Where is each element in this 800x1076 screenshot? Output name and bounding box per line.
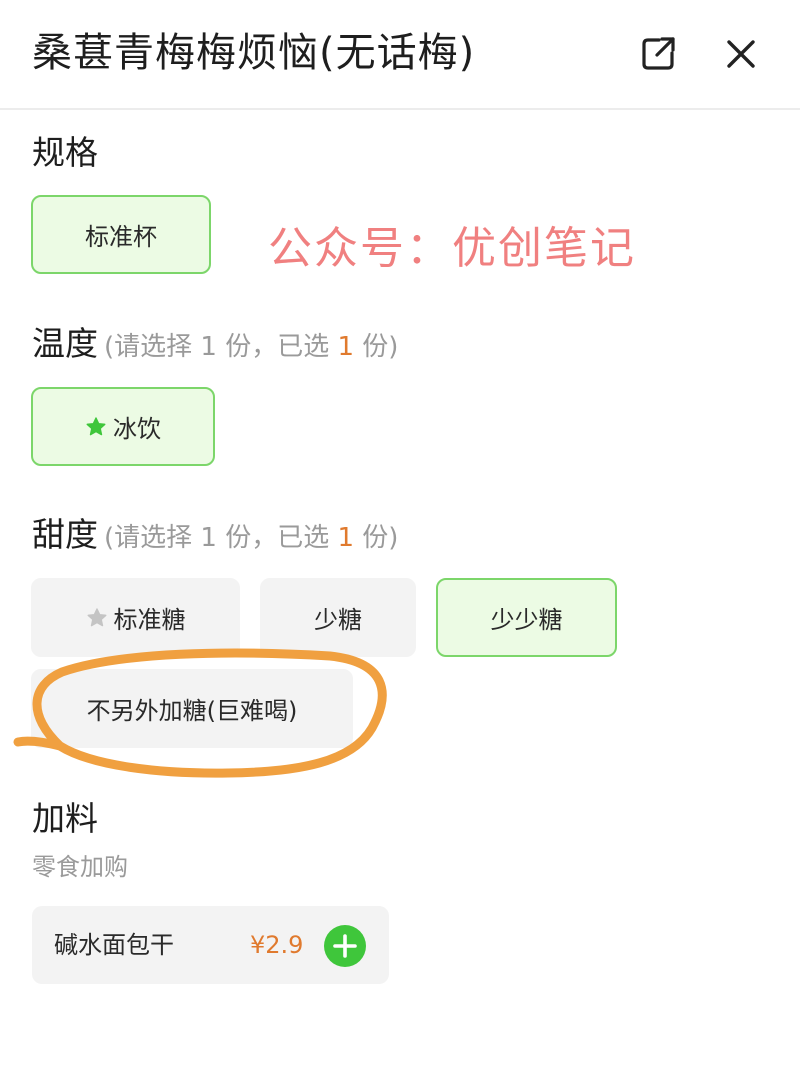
toppings-title-text: 加料 <box>32 799 98 838</box>
toppings-subtitle: 零食加购 <box>32 853 128 881</box>
star-icon <box>86 607 108 629</box>
temperature-option-label: 冰饮 <box>113 415 161 443</box>
topping-item-name: 碱水面包干 <box>54 931 174 959</box>
sweetness-option-label: 少少糖 <box>490 606 563 634</box>
sweetness-title: 甜度 (请选择 1 份，已选 1 份) <box>32 515 398 558</box>
plus-icon[interactable] <box>324 925 366 967</box>
sweetness-hint-count: 1 <box>337 523 355 553</box>
sweetness-hint-prefix: (请选择 1 份，已选 <box>104 523 338 553</box>
spec-option-label: 标准杯 <box>85 223 157 251</box>
header: 桑葚青梅梅烦恼(无话梅) <box>0 0 800 110</box>
watermark-text: 公众号：优创笔记 <box>268 223 636 274</box>
sweetness-option-label: 不另外加糖(巨难喝) <box>86 697 298 725</box>
sweetness-option-no-sugar[interactable]: 不另外加糖(巨难喝) <box>31 669 353 748</box>
star-icon <box>85 416 107 438</box>
share-external-icon[interactable] <box>638 34 678 74</box>
sweetness-title-text: 甜度 <box>32 515 98 554</box>
sweetness-option-label: 标准糖 <box>113 606 186 634</box>
toppings-title: 加料 <box>32 799 98 839</box>
spec-option-standard-cup[interactable]: 标准杯 <box>31 195 211 274</box>
temperature-hint-count: 1 <box>337 332 355 362</box>
page-title: 桑葚青梅梅烦恼(无话梅) <box>32 30 476 76</box>
temperature-hint: (请选择 1 份，已选 1 份) <box>104 332 398 362</box>
topping-item-price: ¥2.9 <box>250 931 304 959</box>
sweetness-hint-suffix: 份) <box>354 523 399 553</box>
spec-title: 规格 <box>32 133 98 173</box>
temperature-title: 温度 (请选择 1 份，已选 1 份) <box>32 324 398 367</box>
close-icon[interactable] <box>721 34 761 74</box>
sweetness-option-less[interactable]: 少糖 <box>260 578 416 657</box>
sweetness-option-label: 少糖 <box>314 606 362 634</box>
temperature-hint-prefix: (请选择 1 份，已选 <box>104 332 338 362</box>
sweetness-hint: (请选择 1 份，已选 1 份) <box>104 523 398 553</box>
sweetness-option-much-less[interactable]: 少少糖 <box>436 578 617 657</box>
topping-item: 碱水面包干 ¥2.9 <box>32 906 389 984</box>
temperature-hint-suffix: 份) <box>354 332 399 362</box>
sweetness-option-standard[interactable]: 标准糖 <box>31 578 240 657</box>
temperature-title-text: 温度 <box>32 324 98 363</box>
temperature-option-iced[interactable]: 冰饮 <box>31 387 215 466</box>
spec-title-text: 规格 <box>32 133 98 172</box>
